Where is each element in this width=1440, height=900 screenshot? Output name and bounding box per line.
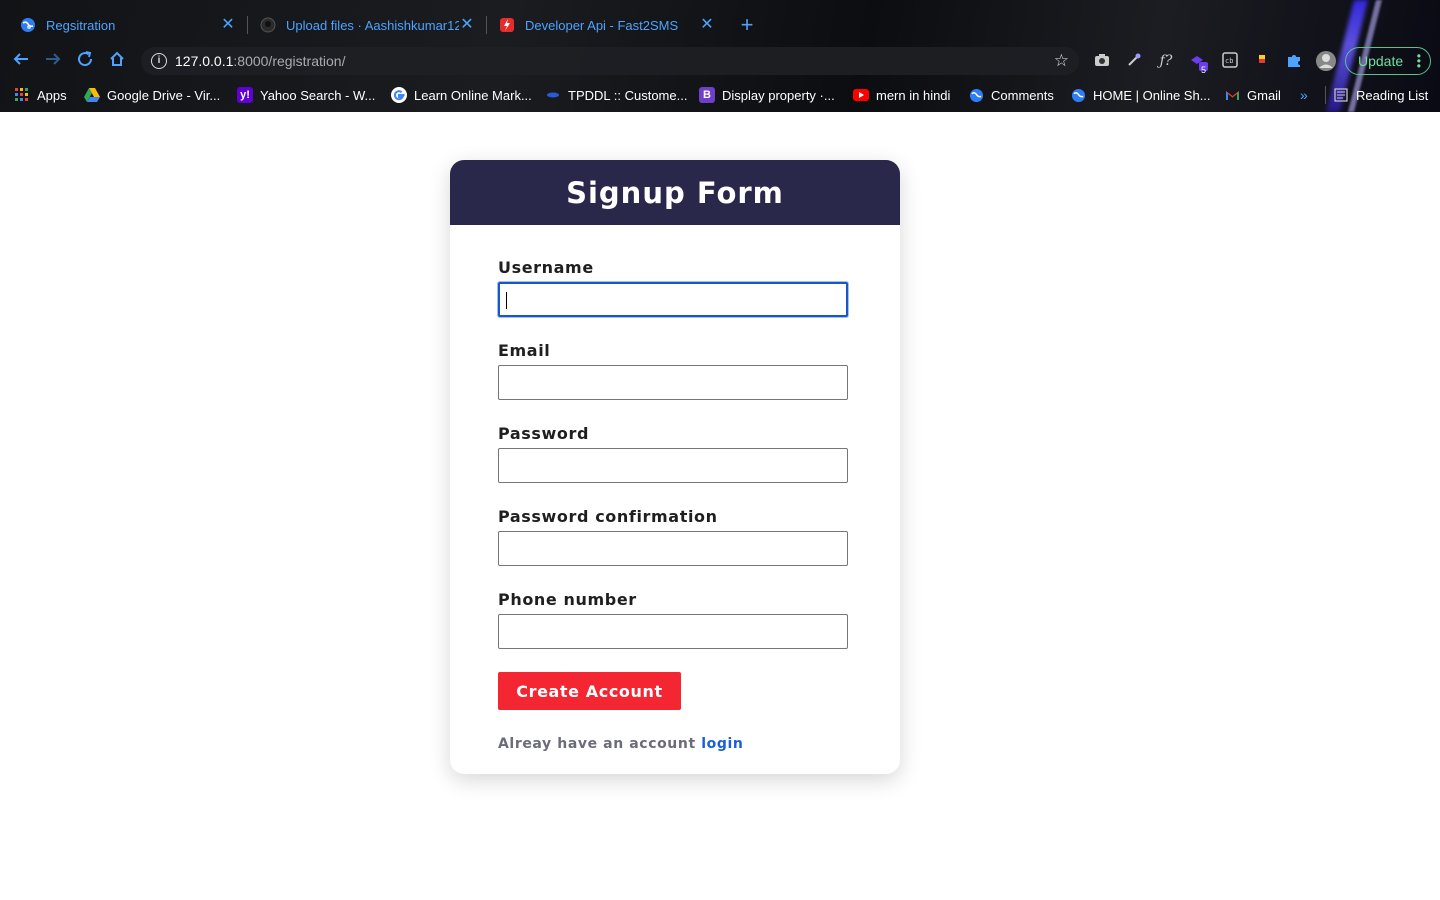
bookmark-label: Learn Online Mark... [414,87,532,103]
youtube-icon [853,87,869,103]
email-field: Email [498,341,850,400]
home-icon[interactable] [106,50,128,72]
close-icon[interactable]: ✕ [699,17,715,33]
google-icon [391,87,407,103]
bookmark-learn-online[interactable]: Learn Online Mark... [391,83,532,107]
reading-list-button[interactable]: Reading List [1333,83,1428,107]
bookmarks-bar: Apps Google Drive - Vir... y! Yahoo Sear… [0,83,1440,107]
url-path: :8000/registration/ [233,53,346,69]
more-menu-icon[interactable]: • • • [1417,50,1421,72]
tab-title: Upload files · Aashishkumar12… [286,17,459,33]
yahoo-icon: y! [237,87,253,103]
password-confirmation-input[interactable] [498,531,848,566]
text-cursor [506,292,507,309]
login-prompt: Alreay have an account login [498,736,743,752]
bootstrap-icon: B [699,87,715,103]
email-input[interactable] [498,365,848,400]
phone-number-input[interactable] [498,614,848,649]
address-bar[interactable]: i 127.0.0.1:8000/registration/ ☆ [141,47,1079,75]
toolbar: i 127.0.0.1:8000/registration/ ☆ ƒ? 5 cb… [0,44,1440,78]
color-picker-icon[interactable] [1125,52,1143,70]
site-info-icon[interactable]: i [151,53,167,69]
bookmark-label: mern in hindi [876,87,951,103]
password-confirmation-label: Password confirmation [498,507,718,526]
bookmark-label: Apps [37,87,67,103]
google-drive-icon [84,87,100,103]
bookmark-apps[interactable]: Apps [14,83,67,107]
reload-icon[interactable] [74,50,96,72]
bookmark-label: Gmail [1247,87,1281,103]
globe-icon [968,87,984,103]
back-icon[interactable] [10,50,32,72]
tab-title: Developer Api - Fast2SMS [525,17,679,33]
bookmark-tpddl[interactable]: TPDDL :: Custome... [545,83,687,107]
github-icon [260,17,276,33]
bookmark-mern-in-hindi[interactable]: mern in hindi [853,83,950,107]
fast2sms-icon [499,17,515,33]
tpddl-icon [545,87,561,103]
bookmark-display-property[interactable]: B Display property ·... [699,83,835,107]
forward-icon[interactable] [42,50,64,72]
tab-developer-api[interactable]: Developer Api - Fast2SMS ✕ [487,8,727,42]
bookmark-home-online-shop[interactable]: HOME | Online Sh... [1070,83,1211,107]
email-label: Email [498,341,551,360]
login-prompt-text: Alreay have an account [498,736,696,752]
puzzle-icon[interactable] [1285,52,1303,70]
url-host: 127.0.0.1 [175,53,234,69]
tab-title: Regsitration [46,17,116,33]
close-icon[interactable]: ✕ [459,17,475,33]
bookmark-star-icon[interactable]: ☆ [1054,51,1069,71]
bookmark-label: Comments [991,87,1054,103]
extension-badge-icon[interactable]: 5 [1189,52,1208,75]
card-header: Signup Form [450,160,900,225]
globe-icon [20,17,36,33]
update-label: Update [1358,53,1404,69]
username-input[interactable] [498,282,848,317]
browser-chrome: Regsitration ✕ Upload files · Aashishkum… [0,0,1440,112]
profile-avatar[interactable] [1315,50,1337,72]
login-link[interactable]: login [701,736,743,752]
tab-upload-files[interactable]: Upload files · Aashishkumar12… ✕ [248,8,487,42]
bookmark-gmail[interactable]: Gmail [1224,83,1281,107]
extension-badge-count: 5 [1201,65,1207,75]
bookmark-comments[interactable]: Comments [968,83,1054,107]
apps-grid-icon [14,87,30,103]
formula-icon[interactable]: ƒ? [1157,52,1175,70]
password-label: Password [498,424,590,443]
reading-list-icon [1333,87,1349,103]
page-title: Signup Form [566,175,784,210]
phone-number-label: Phone number [498,590,637,609]
password-confirmation-field: Password confirmation [498,507,850,566]
create-account-button[interactable]: Create Account [498,672,681,710]
bookmark-google-drive[interactable]: Google Drive - Vir... [84,83,220,107]
phone-number-field: Phone number [498,590,850,649]
bookmark-label: TPDDL :: Custome... [568,87,688,103]
close-icon[interactable]: ✕ [220,17,236,33]
reading-list-label: Reading List [1356,87,1429,103]
svg-text:cb: cb [1225,57,1233,65]
tab-strip: Regsitration ✕ Upload files · Aashishkum… [0,0,1440,42]
username-label: Username [498,258,594,277]
camera-icon[interactable] [1093,52,1111,70]
tab-registration[interactable]: Regsitration ✕ [8,8,248,42]
gmail-icon [1224,87,1240,103]
bookmark-yahoo[interactable]: y! Yahoo Search - W... [237,83,375,107]
password-input[interactable] [498,448,848,483]
password-field: Password [498,424,850,483]
bookmark-label: Display property ·... [722,87,835,103]
bookmark-label: Yahoo Search - W... [260,87,376,103]
bookmark-label: Google Drive - Vir... [107,87,221,103]
more-bookmarks-icon[interactable]: » [1300,83,1308,107]
new-tab-icon[interactable]: + [736,14,758,36]
bookmarks-divider [1325,86,1326,104]
username-field: Username [498,258,850,317]
update-button[interactable]: Update • • • [1345,47,1431,75]
bookmark-label: HOME | Online Sh... [1093,87,1211,103]
clipboard-icon[interactable]: cb [1221,52,1239,70]
signup-card: Signup Form Username Email Password Pass… [450,160,900,774]
globe-icon [1070,87,1086,103]
marker-icon[interactable] [1253,52,1271,70]
